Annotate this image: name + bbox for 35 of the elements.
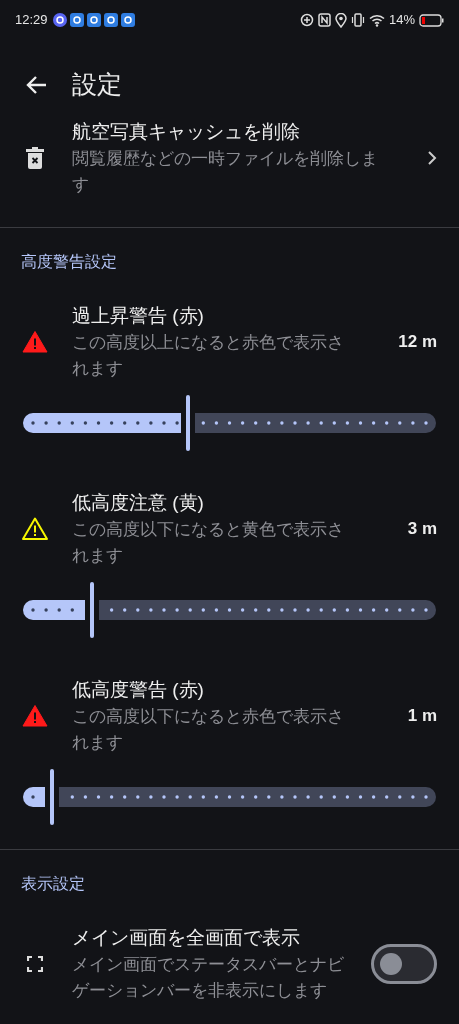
- setting-description: この高度以下になると赤色で表示されます: [72, 706, 345, 753]
- vibrate-icon: [350, 13, 365, 27]
- location-icon: [334, 12, 347, 28]
- altitude-value: 1 m: [406, 704, 437, 727]
- wifi-icon: [368, 13, 385, 27]
- setting-description: メイン画面でステータスバーとナビゲーションバーを非表示にします: [72, 954, 345, 1001]
- setting-title: 航空写真キャッシュを削除: [72, 120, 301, 144]
- clock: 12:29: [15, 11, 48, 30]
- setting-title: メイン画面を全画面で表示: [72, 926, 301, 950]
- slider-thumb[interactable]: [90, 582, 94, 638]
- setting-description: この高度以下になると黄色で表示されます: [72, 519, 345, 566]
- toggle-switch[interactable]: [371, 943, 437, 984]
- back-arrow-icon: [25, 75, 47, 95]
- setting-title: 低高度警告 (赤): [72, 678, 205, 702]
- altitude-slider[interactable]: [23, 393, 436, 453]
- chevron-right-icon[interactable]: [427, 149, 437, 166]
- altitude-value: 12 m: [397, 330, 437, 353]
- battery-percent: 14%: [388, 11, 415, 30]
- altitude-value: 3 m: [406, 517, 437, 540]
- page-title: 設定: [72, 69, 122, 101]
- section-header: 高度警告設定: [20, 252, 118, 272]
- data-saver-icon: [299, 13, 314, 27]
- nfc-icon: [317, 13, 331, 27]
- battery-icon: [419, 13, 444, 27]
- setting-title: 過上昇警告 (赤): [72, 304, 205, 328]
- fullscreen-icon: [27, 955, 43, 972]
- setting-description: この高度以上になると赤色で表示されます: [72, 332, 345, 379]
- section-header: 表示設定: [20, 874, 86, 894]
- altitude-slider[interactable]: [23, 767, 436, 827]
- trash-icon: [26, 146, 44, 169]
- setting-title: 低高度注意 (黄): [72, 491, 205, 515]
- slider-thumb[interactable]: [186, 395, 190, 451]
- altitude-slider[interactable]: [23, 580, 436, 640]
- setting-description: 閲覧履歴などの一時ファイルを削除します: [72, 148, 379, 195]
- slider-thumb[interactable]: [50, 769, 54, 825]
